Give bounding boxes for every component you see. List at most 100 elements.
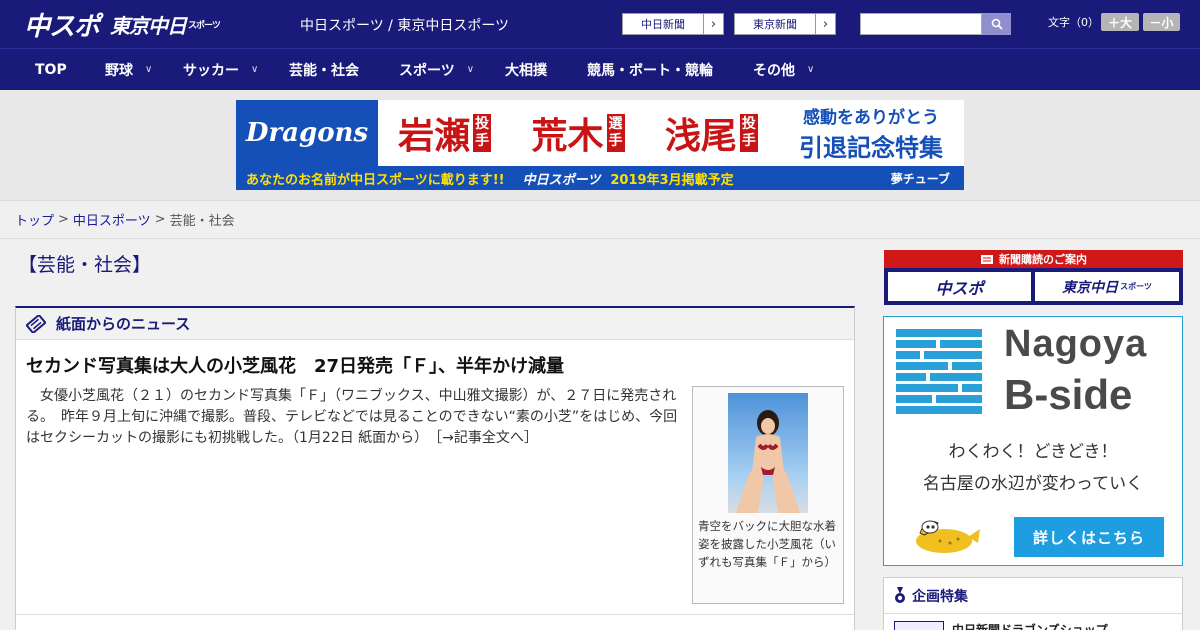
article-summary: 女優小芝風花（２１）のセカンド写真集「Ｆ」（ワニブックス、中山雅文撮影）が、２７…: [26, 388, 678, 446]
read-more-link[interactable]: ［→記事全文へ］: [435, 430, 538, 446]
ad-bottom-logo: 中日スポーツ: [522, 172, 601, 188]
news-section-header: 紙面からのニュース: [16, 308, 854, 340]
nav-label: 大相撲: [505, 62, 547, 79]
medal-icon: [895, 587, 905, 603]
chuspo-logo[interactable]: 中スポ: [24, 8, 100, 42]
tokyo-shimbun-link[interactable]: 東京新聞 ›: [734, 13, 836, 35]
subscribe-tokyo-chunichi-button[interactable]: 東京中日 スポーツ: [1035, 272, 1179, 301]
ad-player: 岩瀬 投手: [398, 107, 492, 159]
nav-item-racing[interactable]: 競馬・ボート・競輪: [587, 49, 713, 90]
newspaper-icon: [26, 314, 46, 333]
news-divider: [16, 614, 854, 615]
nav-label: 競馬・ボート・競輪: [587, 62, 713, 79]
player-position: 投手: [473, 114, 492, 152]
chevron-right-icon: ›: [815, 14, 835, 34]
ad-sponsor: 夢チューブ: [890, 171, 950, 186]
chevron-down-icon: ∨: [251, 64, 259, 75]
ad-player: 浅尾 投手: [665, 107, 758, 159]
ad-players: 岩瀬 投手 荒木 選手 浅尾 投手: [378, 100, 778, 166]
bside-title: B-side: [1004, 371, 1133, 418]
breadcrumb: トップ > 中日スポーツ > 芸能・社会: [0, 200, 1200, 239]
feature-thumbnail: [894, 621, 944, 630]
breadcrumb-top[interactable]: トップ: [15, 210, 54, 229]
special-features-divider: [884, 613, 1182, 614]
nav-item-soccer[interactable]: サッカー ∨: [183, 49, 258, 90]
special-features-title: 企画特集: [912, 589, 968, 605]
nav-item-other[interactable]: その他 ∨: [753, 49, 814, 90]
subscription-box: 新聞購読のご案内 中スポ 東京中日 スポーツ: [884, 250, 1183, 305]
chunichi-shimbun-link[interactable]: 中日新聞 ›: [622, 13, 724, 35]
ad-headline-line1: 感動をありがとう: [803, 108, 939, 128]
player-name: 岩瀬: [398, 116, 471, 157]
breadcrumb-chunichi-sports[interactable]: 中日スポーツ: [73, 210, 151, 229]
news-section-title: 紙面からのニュース: [56, 315, 191, 333]
main-nav: TOP 野球 ∨ サッカー ∨ 芸能・社会 スポーツ ∨ 大相撲 競馬・ボート・競輪 …: [0, 48, 1200, 90]
nav-item-sports[interactable]: スポーツ ∨: [399, 49, 474, 90]
breadcrumb-current: 芸能・社会: [169, 214, 235, 229]
brick-wall-graphic: [896, 329, 982, 414]
article-photo-box: 青空をバックに大胆な水着姿を披露した小芝風花（いずれも写真集「Ｆ」から）: [692, 386, 844, 604]
breadcrumb-separator: >: [58, 212, 69, 227]
chevron-down-icon: ∨: [466, 64, 475, 75]
dragons-logo: Dragons: [236, 100, 378, 166]
subscribe-chuspo-button[interactable]: 中スポ: [888, 272, 1031, 301]
tokyo-shimbun-label: 東京新聞: [753, 18, 797, 31]
font-size-label: 文字（0）: [1048, 16, 1099, 29]
photo-caption: 青空をバックに大胆な水着姿を披露した小芝風花（いずれも写真集「Ｆ」から）: [698, 519, 836, 569]
chevron-right-icon: ›: [703, 14, 723, 34]
player-name: 浅尾: [664, 116, 737, 157]
nav-label: TOP: [35, 61, 67, 78]
article-photo[interactable]: [728, 393, 808, 513]
shrimp-mascot-icon: [916, 520, 980, 553]
chevron-down-icon: ∨: [145, 64, 153, 75]
tokyo-logo-text: 東京中日: [110, 13, 187, 38]
search-button[interactable]: [982, 13, 1011, 35]
site-links[interactable]: 中日スポーツ / 東京中日スポーツ: [300, 15, 509, 35]
newspaper-icon: [981, 254, 993, 264]
page-title: 【芸能・社会】: [18, 254, 152, 276]
special-features-box: 企画特集 中日新聞ドラゴンズショップ: [883, 577, 1183, 630]
subscription-header: 新聞購読のご案内: [884, 250, 1183, 268]
breadcrumb-separator: >: [154, 212, 166, 227]
nagoya-bside-ad[interactable]: Nagoya B-side わくわく！どきどき！ 名古屋の水辺が変わっていく 詳…: [883, 316, 1183, 566]
feature-title: 中日新聞ドラゴンズショップ: [952, 623, 1108, 630]
ad-headline: 感動をありがとう 引退記念特集: [778, 100, 964, 166]
details-button[interactable]: 詳しくはこちら: [1014, 517, 1164, 557]
nav-item-sumo[interactable]: 大相撲: [505, 49, 547, 90]
search-input[interactable]: [860, 13, 982, 35]
chunichi-shimbun-label: 中日新聞: [641, 18, 685, 31]
nav-item-top[interactable]: TOP: [35, 49, 67, 90]
nav-label: その他: [753, 62, 795, 79]
dragons-retirement-ad[interactable]: Dragons 岩瀬 投手 荒木 選手 浅尾 投手 感動をありがとう 引退記念特集 あ…: [236, 100, 964, 190]
search-icon: [991, 18, 1003, 30]
tokyo-chunichi-logo[interactable]: 東京中日 スポーツ: [110, 8, 221, 40]
nav-item-entertainment[interactable]: 芸能・社会: [289, 49, 359, 90]
nagoya-tagline-1: わくわく！どきどき！: [948, 442, 1118, 462]
tokyo-logo-small: スポーツ: [188, 20, 221, 31]
special-features-header: 企画特集: [894, 586, 968, 606]
article-body: 女優小芝風花（２１）のセカンド写真集「Ｆ」（ワニブックス、中山雅文撮影）が、２７…: [26, 386, 682, 449]
ad-bottom-strip: あなたのお名前が中日スポーツに載ります!! 中日スポーツ 2019年3月掲載予定…: [236, 166, 964, 190]
nav-label: スポーツ: [399, 62, 455, 79]
player-position: 選手: [606, 114, 625, 152]
player-name: 荒木: [531, 116, 604, 157]
font-size-decrease-button[interactable]: －小: [1143, 13, 1180, 31]
top-header: 中スポ 東京中日 スポーツ 中日スポーツ / 東京中日スポーツ 中日新聞 › 東京…: [0, 0, 1200, 48]
chevron-down-icon: ∨: [807, 64, 815, 75]
subscription-header-text: 新聞購読のご案内: [999, 253, 1087, 266]
nav-item-baseball[interactable]: 野球 ∨: [105, 49, 152, 90]
swimsuit-photo-image: [728, 393, 808, 513]
ad-bottom-date: 2019年3月掲載予定: [610, 172, 734, 188]
nagoya-title: Nagoya: [1004, 323, 1148, 365]
ad-bottom-text: あなたのお名前が中日スポーツに載ります!!: [246, 172, 505, 188]
font-size-increase-button[interactable]: ＋大: [1101, 13, 1139, 31]
nav-label: サッカー: [183, 62, 239, 79]
nagoya-tagline-2: 名古屋の水辺が変わっていく: [922, 474, 1144, 494]
article-title[interactable]: セカンド写真集は大人の小芝風花 27日発売「Ｆ」、半年かけ減量: [26, 352, 564, 378]
special-feature-item[interactable]: 中日新聞ドラゴンズショップ: [894, 621, 1108, 630]
ad-headline-line2: 引退記念特集: [799, 134, 943, 162]
news-section: 紙面からのニュース セカンド写真集は大人の小芝風花 27日発売「Ｆ」、半年かけ減…: [15, 306, 855, 630]
player-position: 投手: [739, 114, 758, 152]
subscribe-tokyo-label: 東京中日: [1062, 279, 1119, 296]
nav-label: 野球: [105, 62, 133, 79]
